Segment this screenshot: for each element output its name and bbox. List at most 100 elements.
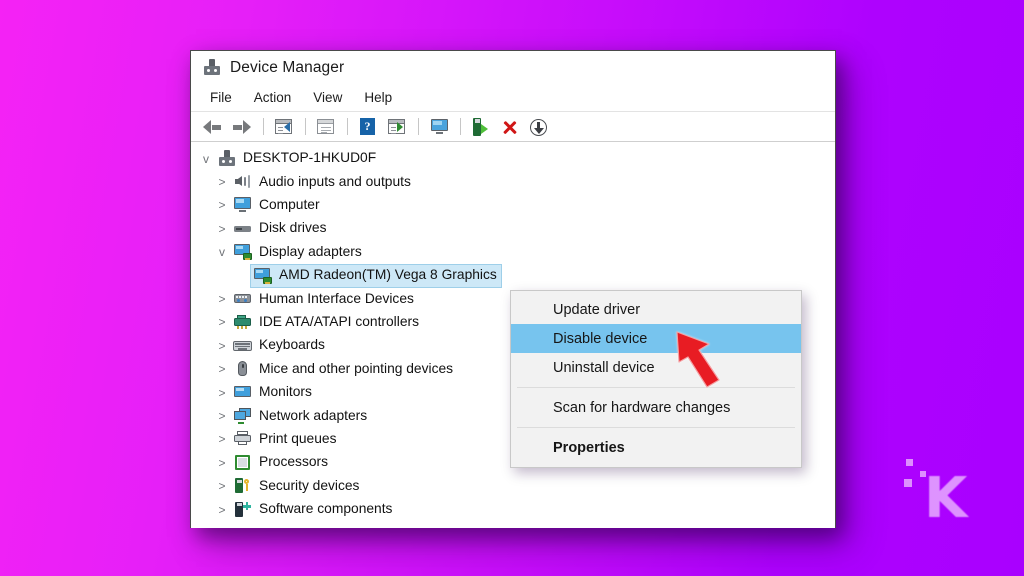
chevron-right-icon[interactable]: >	[213, 410, 231, 422]
disk-drive-icon	[233, 220, 252, 237]
chevron-right-icon[interactable]: >	[213, 199, 231, 211]
action-pane-icon	[388, 118, 405, 134]
back-button[interactable]	[199, 115, 226, 139]
tree-item-label: AMD Radeon(TM) Vega 8 Graphics	[279, 267, 497, 283]
console-tree-icon	[275, 118, 292, 134]
red-x-icon	[501, 119, 518, 135]
show-hide-action-pane-button[interactable]	[383, 115, 410, 139]
audio-icon	[233, 173, 252, 190]
context-menu-item-scan-for-hardware-changes[interactable]: Scan for hardware changes	[511, 393, 801, 422]
tree-item-software-components[interactable]: > Software components	[191, 498, 835, 521]
tree-item-label: Display adapters	[259, 243, 362, 259]
network-adapter-icon	[233, 407, 252, 424]
monitor-update-icon	[429, 118, 448, 134]
arrow-right-icon	[232, 119, 251, 134]
tree-item-label: Processors	[259, 454, 329, 470]
menu-item-action[interactable]: Action	[245, 88, 301, 107]
context-menu-item-update-driver[interactable]: Update driver	[511, 295, 801, 324]
down-arrow-circle-icon	[530, 118, 547, 136]
show-hide-console-tree-button[interactable]	[270, 115, 297, 139]
tree-item-label: Keyboards	[259, 337, 325, 353]
watermark-dot	[920, 471, 926, 477]
software-component-icon	[233, 501, 252, 518]
screenshot-canvas: K Device Manager File Action View Help ?…	[0, 0, 1024, 576]
device-context-menu: Update driver Disable device Uninstall d…	[510, 290, 802, 468]
tree-item-disk-drives[interactable]: > Disk drives	[191, 217, 835, 240]
computer-icon	[233, 196, 252, 213]
chevron-right-icon[interactable]: >	[213, 293, 231, 305]
display-adapter-icon	[233, 243, 252, 261]
window-title: Device Manager	[230, 58, 345, 76]
watermark-dot	[906, 459, 913, 466]
display-adapter-icon	[253, 267, 272, 284]
toolbar-separator	[418, 118, 419, 135]
toolbar-separator	[347, 118, 348, 135]
arrow-left-icon	[203, 119, 222, 134]
scan-hardware-changes-button[interactable]	[467, 115, 494, 139]
tree-item-amd-radeon-vega-8[interactable]: AMD Radeon(TM) Vega 8 Graphics	[191, 263, 835, 288]
kn-watermark-logo: K	[898, 455, 982, 533]
tree-item-label: IDE ATA/ATAPI controllers	[259, 314, 419, 330]
chevron-down-icon[interactable]: v	[213, 246, 231, 258]
context-menu-separator	[517, 387, 795, 388]
tree-item-audio[interactable]: > Audio inputs and outputs	[191, 170, 835, 193]
computer-root-icon	[217, 149, 236, 167]
tree-item-label: Computer	[259, 197, 320, 213]
tree-item-label: DESKTOP-1HKUD0F	[243, 150, 377, 166]
context-menu-item-properties[interactable]: Properties	[511, 433, 801, 462]
chevron-right-icon[interactable]: >	[213, 176, 231, 188]
hid-icon	[233, 290, 252, 307]
tree-item-desktop[interactable]: v DESKTOP-1HKUD0F	[191, 147, 835, 170]
update-driver-button[interactable]	[425, 115, 452, 139]
chevron-right-icon[interactable]: >	[213, 223, 231, 235]
properties-icon	[317, 118, 334, 134]
chevron-right-icon[interactable]: >	[213, 457, 231, 469]
tree-item-label: Audio inputs and outputs	[259, 173, 411, 189]
uninstall-device-button[interactable]	[496, 115, 523, 139]
printer-icon	[233, 430, 252, 447]
watermark-letter: K	[924, 466, 967, 531]
device-manager-icon	[203, 58, 221, 77]
forward-button[interactable]	[228, 115, 255, 139]
scan-hardware-icon	[473, 117, 488, 136]
toolbar-separator	[305, 118, 306, 135]
chevron-right-icon[interactable]: >	[213, 504, 231, 516]
tree-item-label: Security devices	[259, 477, 360, 493]
chevron-right-icon[interactable]: >	[213, 363, 231, 375]
mouse-icon	[233, 360, 252, 377]
properties-button[interactable]	[312, 115, 339, 139]
processor-icon	[233, 454, 252, 471]
tree-item-display-adapters[interactable]: v Display adapters	[191, 241, 835, 264]
menu-item-file[interactable]: File	[201, 88, 241, 107]
chevron-right-icon[interactable]: >	[213, 387, 231, 399]
context-menu-item-disable-device[interactable]: Disable device	[511, 324, 801, 353]
tree-item-label: Mice and other pointing devices	[259, 360, 454, 376]
toolbar-separator	[460, 118, 461, 135]
help-icon: ?	[360, 117, 375, 135]
ide-controller-icon	[233, 313, 252, 330]
chevron-right-icon[interactable]: >	[213, 480, 231, 492]
tree-item-label: Network adapters	[259, 407, 368, 423]
context-menu-item-uninstall-device[interactable]: Uninstall device	[511, 353, 801, 382]
tree-item-label: Monitors	[259, 384, 312, 400]
toolbar: ?	[191, 112, 835, 142]
tree-item-label: Software components	[259, 501, 393, 517]
tree-item-computer[interactable]: > Computer	[191, 194, 835, 217]
menu-bar: File Action View Help	[191, 84, 835, 112]
chevron-right-icon[interactable]: >	[213, 340, 231, 352]
chevron-down-icon[interactable]: v	[197, 153, 215, 165]
watermark-dot	[904, 479, 912, 487]
menu-item-view[interactable]: View	[304, 88, 351, 107]
security-device-icon	[233, 477, 252, 494]
toolbar-separator	[263, 118, 264, 135]
menu-item-help[interactable]: Help	[355, 88, 401, 107]
tree-item-label: Human Interface Devices	[259, 290, 414, 306]
chevron-right-icon[interactable]: >	[213, 316, 231, 328]
tree-item-security-devices[interactable]: > Security devices	[191, 474, 835, 497]
disable-device-button[interactable]	[525, 115, 552, 139]
help-button[interactable]: ?	[354, 115, 381, 139]
context-menu-separator	[517, 427, 795, 428]
window-titlebar: Device Manager	[191, 51, 835, 84]
chevron-right-icon[interactable]: >	[213, 433, 231, 445]
tree-item-label: Print queues	[259, 430, 337, 446]
